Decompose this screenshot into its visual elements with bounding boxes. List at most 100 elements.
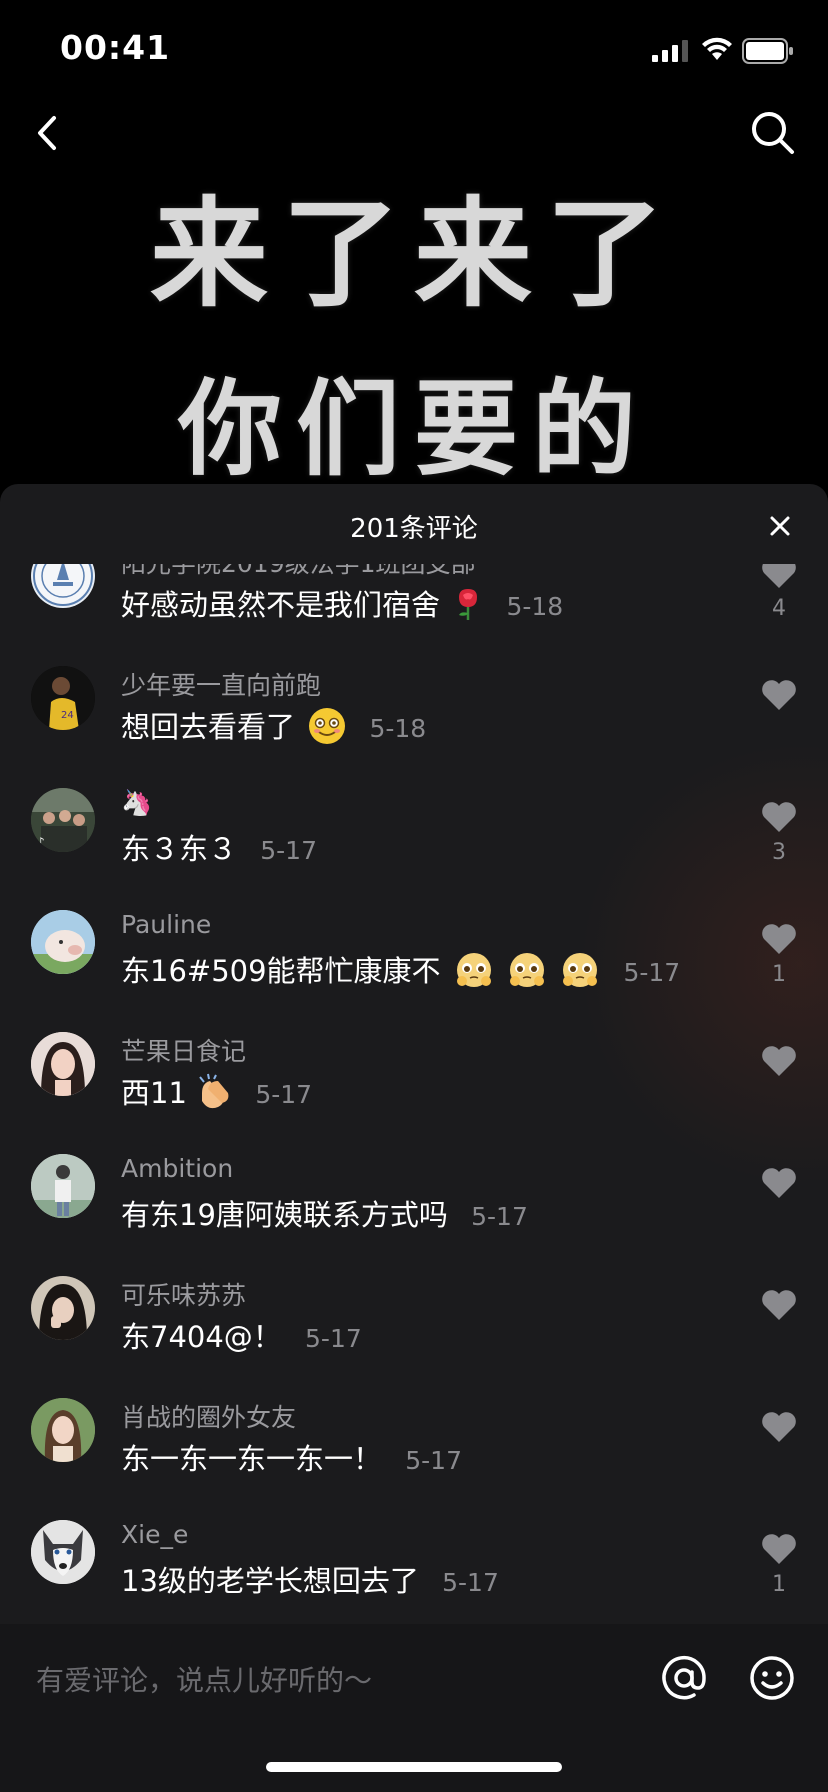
emblem-avatar-icon <box>33 564 93 606</box>
heart-icon[interactable] <box>760 1166 798 1200</box>
pleading-face-icon <box>507 951 547 996</box>
comment-text: 东３东３ 5-17 <box>121 826 317 868</box>
husky-avatar-icon <box>31 1520 95 1584</box>
portrait-avatar-icon <box>31 1276 95 1340</box>
heart-icon[interactable] <box>760 1044 798 1078</box>
heart-icon[interactable] <box>760 678 798 712</box>
comment-text: 西11 5-17 <box>121 1070 312 1118</box>
comment-item: ♪ 🦄 东３东３ 5-17 3 <box>0 788 828 910</box>
comment-text: 东16#509能帮忙康康不 5-17 <box>121 948 680 996</box>
figure-avatar-icon <box>31 1154 95 1218</box>
search-icon <box>752 112 794 154</box>
comment-input[interactable] <box>34 1654 638 1706</box>
avatar[interactable]: ♪ <box>31 788 95 852</box>
comment-text: 东一东一东一东一！ 5-17 <box>121 1436 462 1478</box>
close-icon <box>770 516 790 536</box>
video-title-line2: 你们要的 <box>177 367 650 490</box>
heart-icon[interactable] <box>760 564 798 590</box>
avatar[interactable]: 24 <box>31 666 95 730</box>
mention-button[interactable] <box>660 1654 708 1702</box>
comment-date: 5-17 <box>255 1080 313 1109</box>
comment-text: 好感动虽然不是我们宿舍 5-18 <box>121 582 563 628</box>
heart-icon[interactable] <box>760 1532 798 1566</box>
pleading-face-icon <box>560 951 600 996</box>
like-count: 1 <box>772 962 786 987</box>
heart-icon[interactable] <box>760 1288 798 1322</box>
comment-body: 东一东一东一东一！ <box>121 1442 383 1476</box>
close-button[interactable] <box>764 510 796 542</box>
portrait-avatar-icon <box>31 1032 95 1096</box>
comment-body: 东16#509能帮忙康康不 <box>121 954 441 988</box>
wifi-icon <box>702 37 732 60</box>
comment-body: 有东19唐阿姨联系方式吗 <box>121 1198 448 1232</box>
comment-date: 5-18 <box>369 714 427 743</box>
comment-date: 5-17 <box>442 1568 499 1597</box>
heart-icon[interactable] <box>760 800 798 834</box>
like-count: 1 <box>772 1572 786 1597</box>
avatar[interactable] <box>31 1398 95 1462</box>
heart-icon[interactable] <box>760 1410 798 1444</box>
svg-text:♪: ♪ <box>37 835 45 849</box>
search-button[interactable] <box>748 108 798 158</box>
avatar[interactable] <box>31 1032 95 1096</box>
comment-username[interactable]: 芒果日食记 <box>121 1032 246 1068</box>
comments-header: 201条评论 <box>0 484 828 564</box>
comment-username[interactable]: 可乐味苏苏 <box>121 1276 246 1312</box>
comment-username[interactable]: 少年要一直向前跑 <box>121 666 321 702</box>
comment-item: 阳光学院2019级法学1班团支部 好感动虽然不是我们宿舍 5-18 4 <box>0 564 828 666</box>
comment-username[interactable]: Ambition <box>121 1154 233 1183</box>
portrait-avatar-icon <box>31 1398 95 1462</box>
heart-icon[interactable] <box>760 922 798 956</box>
comment-username[interactable]: 🦄 <box>121 788 152 818</box>
comment-date: 5-17 <box>305 1324 362 1353</box>
comment-date: 5-18 <box>506 592 564 621</box>
rose-icon <box>453 587 483 628</box>
comment-body: 想回去看看了 <box>121 710 296 744</box>
comment-username[interactable]: Pauline <box>121 910 211 939</box>
avatar[interactable] <box>31 1520 95 1584</box>
like-count: 3 <box>772 840 786 865</box>
avatar[interactable] <box>31 1276 95 1340</box>
home-indicator[interactable] <box>266 1762 562 1772</box>
chevron-left-icon <box>38 116 56 150</box>
pig-avatar-icon <box>31 910 95 974</box>
comment-body: 好感动虽然不是我们宿舍 <box>121 588 441 622</box>
svg-text:24: 24 <box>61 710 74 721</box>
battery-icon <box>742 38 793 64</box>
comment-username[interactable]: 肖战的圈外女友 <box>121 1398 296 1434</box>
avatar[interactable] <box>31 910 95 974</box>
pleading-face-icon <box>454 951 494 996</box>
comment-count: 201条评论 <box>350 514 478 544</box>
player-avatar-icon: 24 <box>31 666 95 730</box>
status-time: 00:41 <box>60 28 171 67</box>
comment-username[interactable]: Xie_e <box>121 1520 188 1549</box>
comment-item: 芒果日食记 西11 5-17 <box>0 1032 828 1154</box>
at-icon <box>662 1655 706 1700</box>
comment-text: 想回去看看了 5-18 <box>121 704 426 752</box>
comment-body: 西11 <box>121 1076 187 1110</box>
smiling-face-icon <box>308 707 346 752</box>
group-photo-avatar-icon: ♪ <box>31 788 95 852</box>
comment-text: 东7404@！ 5-17 <box>121 1314 362 1356</box>
comment-date: 5-17 <box>623 958 681 987</box>
comment-body: 东３东３ <box>121 832 238 866</box>
signal-icon <box>652 40 688 62</box>
back-button[interactable] <box>30 108 70 158</box>
comment-list[interactable]: 阳光学院2019级法学1班团支部 好感动虽然不是我们宿舍 5-18 4 <box>0 564 828 1624</box>
comment-date: 5-17 <box>405 1446 462 1475</box>
comment-body: 东7404@！ <box>121 1320 282 1354</box>
comment-date: 5-17 <box>260 836 317 865</box>
comments-sheet: 201条评论 阳光学院2019级法学1班团支部 好感动虽然不是我们宿舍 <box>0 484 828 1624</box>
comment-username[interactable]: 阳光学院2019级法学1班团支部 <box>121 564 476 580</box>
comment-item: 可乐味苏苏 东7404@！ 5-17 <box>0 1276 828 1398</box>
comment-text: 13级的老学长想回去了 5-17 <box>121 1558 499 1600</box>
emoji-button[interactable] <box>748 1654 796 1702</box>
comment-item: 24 少年要一直向前跑 想回去看看了 5-18 <box>0 666 828 788</box>
avatar[interactable] <box>31 564 95 608</box>
avatar[interactable] <box>31 1154 95 1218</box>
status-bar: 00:41 <box>0 0 828 100</box>
comment-date: 5-17 <box>471 1202 528 1231</box>
video-title-line1: 来了来了 <box>149 184 678 323</box>
clapping-hands-icon <box>196 1073 232 1118</box>
comment-item: Xie_e 13级的老学长想回去了 5-17 1 <box>0 1520 828 1624</box>
